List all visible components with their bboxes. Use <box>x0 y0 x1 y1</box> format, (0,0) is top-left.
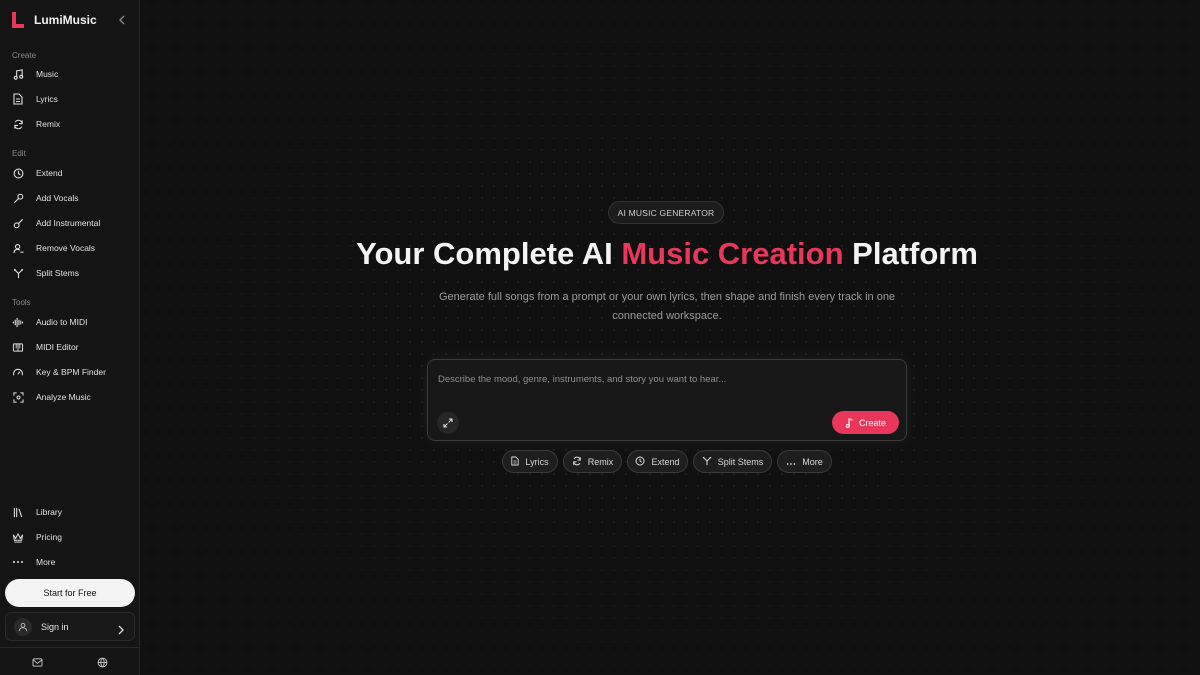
user-minus-icon <box>12 242 24 254</box>
sidebar-item-split-stems[interactable]: Split Stems <box>6 262 134 284</box>
chip-label: Split Stems <box>717 456 764 467</box>
crown-icon <box>12 531 24 543</box>
sidebar-item-label: Add Instrumental <box>36 218 101 228</box>
sidebar-item-label: Key & BPM Finder <box>36 367 106 377</box>
sign-in-button[interactable]: Sign in <box>5 612 135 641</box>
microphone-icon <box>12 192 24 204</box>
dots-icon <box>12 556 24 568</box>
sidebar-item-label: More <box>36 557 56 567</box>
sidebar-item-add-vocals[interactable]: Add Vocals <box>6 187 134 209</box>
document-icon <box>12 93 24 105</box>
clock-icon <box>635 453 645 471</box>
refresh-icon <box>12 118 24 130</box>
guitar-icon <box>12 217 24 229</box>
brand[interactable]: LumiMusic <box>11 11 97 29</box>
start-for-free-button[interactable]: Start for Free <box>5 579 135 607</box>
sidebar-item-more[interactable]: More <box>6 551 134 573</box>
sidebar-item-add-instrumental[interactable]: Add Instrumental <box>6 212 134 234</box>
app-name: LumiMusic <box>34 13 97 27</box>
sidebar-item-label: Split Stems <box>36 268 79 278</box>
music-note-icon <box>845 417 853 428</box>
sidebar-item-label: Analyze Music <box>36 392 91 402</box>
library-icon <box>12 506 24 518</box>
expand-icon <box>443 418 453 428</box>
title-accent: Music Creation <box>621 236 844 271</box>
waveform-icon <box>12 316 24 328</box>
sidebar-item-label: Music <box>36 69 59 79</box>
refresh-icon <box>572 453 582 471</box>
chip-extend[interactable]: Extend <box>627 450 688 473</box>
chip-label: Extend <box>651 456 680 467</box>
chip-more[interactable]: More <box>777 450 832 473</box>
chip-label: Lyrics <box>525 456 549 467</box>
chip-label: More <box>802 456 823 467</box>
section-label-edit: Edit <box>12 149 26 158</box>
sidebar-item-label: Extend <box>36 168 63 178</box>
dots-icon <box>786 453 796 471</box>
sidebar-item-lyrics[interactable]: Lyrics <box>6 88 134 110</box>
chip-split-stems[interactable]: Split Stems <box>693 450 772 473</box>
sidebar-item-label: Add Vocals <box>36 193 79 203</box>
mail-icon[interactable] <box>31 656 43 668</box>
expand-button[interactable] <box>437 412 459 434</box>
sidebar-item-label: Pricing <box>36 532 62 542</box>
sidebar-footer <box>0 647 140 675</box>
clock-icon <box>12 167 24 179</box>
hero-subtitle: Generate full songs from a prompt or you… <box>438 291 896 322</box>
prompt-box: Create <box>427 359 907 441</box>
sidebar-item-pricing[interactable]: Pricing <box>6 526 134 548</box>
sidebar-item-label: Audio to MIDI <box>36 317 88 327</box>
user-icon <box>14 617 32 636</box>
sidebar-item-remix[interactable]: Remix <box>6 113 134 135</box>
hero-badge: AI MUSIC GENERATOR <box>608 201 724 224</box>
sidebar-item-midi-editor[interactable]: MIDI Editor <box>6 336 134 358</box>
piano-icon <box>12 341 24 353</box>
section-label-create: Create <box>12 51 37 60</box>
sidebar-item-label: Remix <box>36 119 61 129</box>
section-label-tools: Tools <box>12 298 31 307</box>
split-icon <box>12 267 24 279</box>
sidebar-item-key-bpm-finder[interactable]: Key & BPM Finder <box>6 361 134 383</box>
sidebar-item-label: Library <box>36 507 62 517</box>
prompt-input[interactable] <box>438 370 898 388</box>
create-label: Create <box>858 417 886 428</box>
gauge-icon <box>12 366 24 378</box>
sidebar-item-label: Remove Vocals <box>36 243 96 253</box>
chip-lyrics[interactable]: Lyrics <box>502 450 558 473</box>
title-part: Your Complete AI <box>356 236 622 271</box>
title-part: Platform <box>843 236 978 271</box>
sidebar-item-remove-vocals[interactable]: Remove Vocals <box>6 237 134 259</box>
chip-remix[interactable]: Remix <box>563 450 622 473</box>
sign-in-label: Sign in <box>41 621 69 632</box>
sidebar-item-label: Lyrics <box>36 94 58 104</box>
sidebar-item-audio-to-midi[interactable]: Audio to MIDI <box>6 311 134 333</box>
split-icon <box>702 453 712 471</box>
main-content: AI MUSIC GENERATOR Your Complete AI Musi… <box>140 0 1200 675</box>
sidebar-item-extend[interactable]: Extend <box>6 162 134 184</box>
sidebar-item-library[interactable]: Library <box>6 501 134 523</box>
create-button[interactable]: Create <box>832 411 899 434</box>
sidebar-item-label: MIDI Editor <box>36 342 79 352</box>
sidebar: LumiMusic Create Music Lyrics Remix Edit… <box>0 0 140 675</box>
chip-label: Remix <box>587 456 614 467</box>
music-note-icon <box>12 68 24 80</box>
globe-icon[interactable] <box>96 656 108 668</box>
sidebar-item-music[interactable]: Music <box>6 63 134 85</box>
collapse-sidebar-icon[interactable] <box>116 12 128 28</box>
chevron-right-icon <box>118 622 124 640</box>
logo-icon <box>11 11 25 29</box>
scan-icon <box>12 391 24 403</box>
sidebar-item-analyze-music[interactable]: Analyze Music <box>6 386 134 408</box>
page-title: Your Complete AI Music Creation Platform <box>140 236 1194 272</box>
document-icon <box>511 453 520 471</box>
